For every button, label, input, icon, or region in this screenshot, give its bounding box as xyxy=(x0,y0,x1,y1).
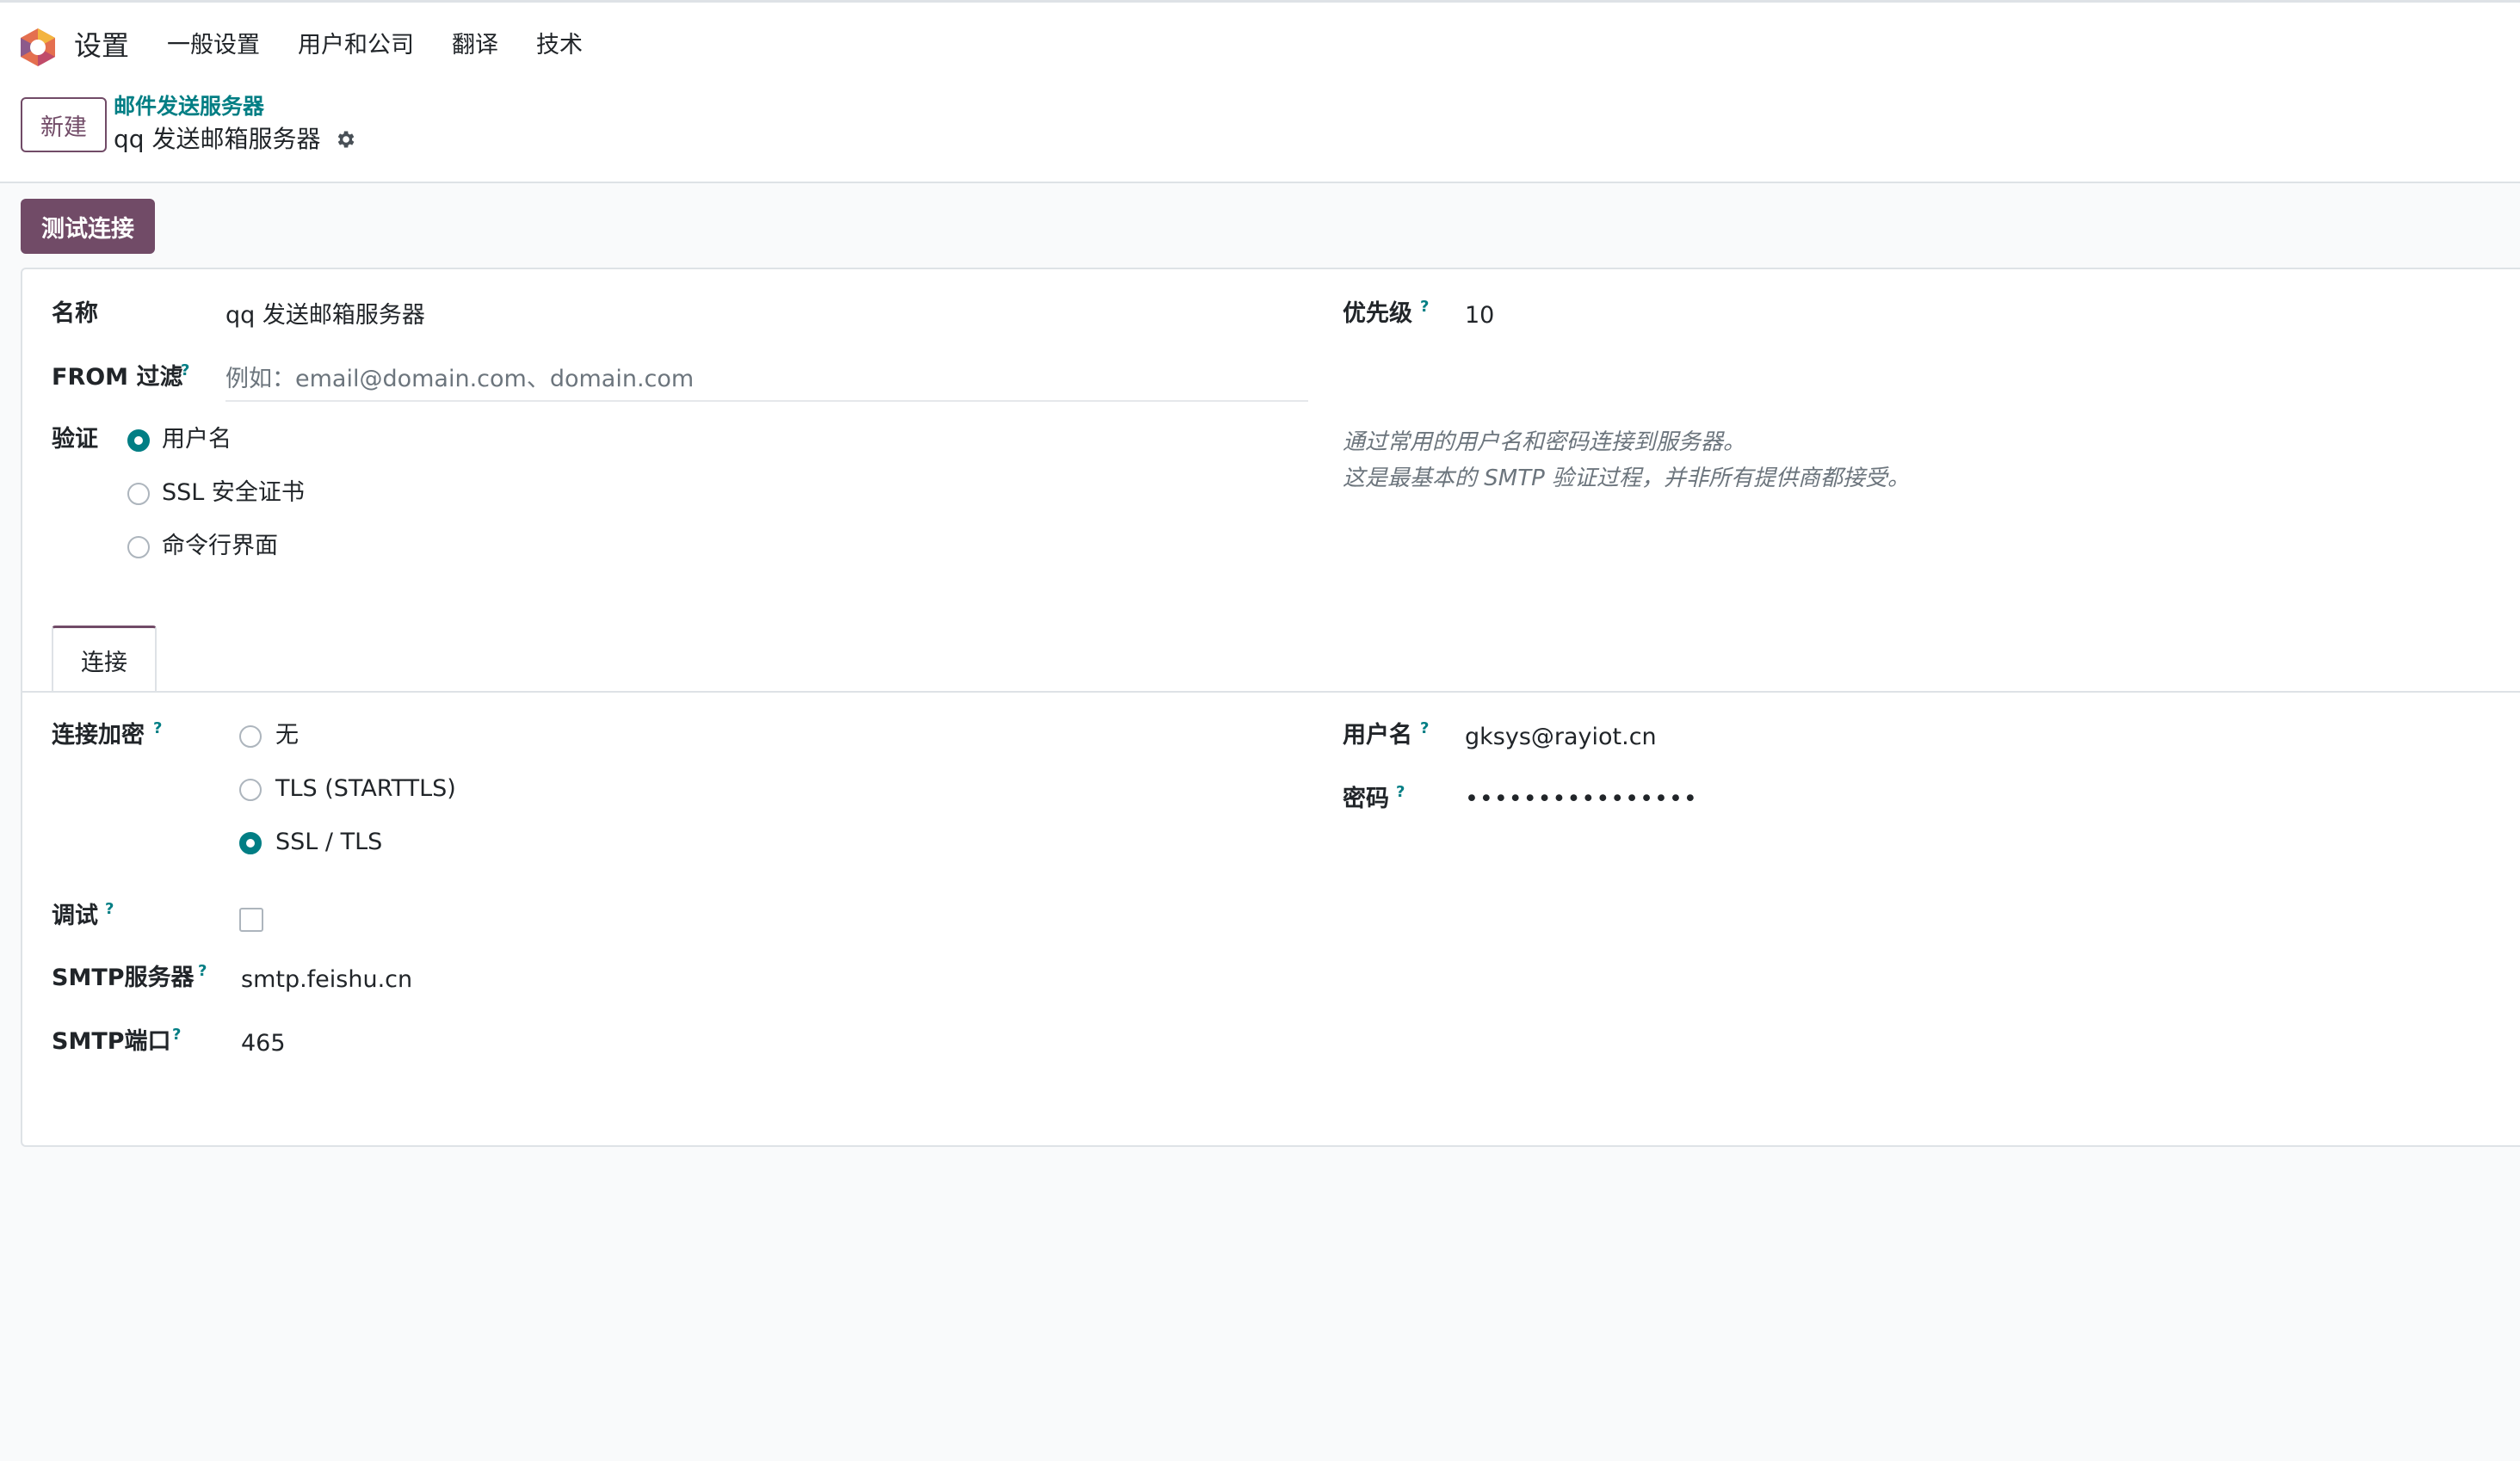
control-panel: 新建 邮件发送服务器 qq 发送邮箱服务器 xyxy=(0,83,2520,183)
auth-radio-cli[interactable] xyxy=(127,536,150,558)
password-label: 密码 xyxy=(1343,786,1389,812)
gear-icon[interactable] xyxy=(334,128,356,151)
tab-connection[interactable]: 连接 xyxy=(52,626,157,693)
name-field[interactable]: qq 发送邮箱服务器 xyxy=(225,300,425,331)
encryption-option-ssl-tls-label[interactable]: SSL / TLS xyxy=(275,827,382,858)
menu-general-settings[interactable]: 一般设置 xyxy=(167,28,260,63)
auth-label: 验证 xyxy=(52,426,98,453)
auth-option-cli-label[interactable]: 命令行界面 xyxy=(162,531,278,562)
top-navbar: 设置 一般设置 用户和公司 翻译 技术 xyxy=(0,0,2520,83)
auth-option-ssl-cert-label[interactable]: SSL 安全证书 xyxy=(162,478,305,509)
smtp-port-help-icon[interactable]: ? xyxy=(172,1026,181,1044)
encryption-label: 连接加密 xyxy=(52,722,145,749)
from-filter-input[interactable]: 例如：email@domain.com、domain.com xyxy=(225,364,694,395)
password-help-icon[interactable]: ? xyxy=(1396,784,1405,801)
app-title[interactable]: 设置 xyxy=(74,28,129,63)
auth-hint-line2: 这是最基本的 SMTP 验证过程，并非所有提供商都接受。 xyxy=(1343,465,1911,491)
debug-checkbox[interactable] xyxy=(239,908,263,932)
name-label: 名称 xyxy=(52,300,98,327)
record-title: qq 发送邮箱服务器 xyxy=(114,125,321,153)
menu-translations[interactable]: 翻译 xyxy=(452,28,498,63)
action-bar: 测试连接 xyxy=(0,183,2520,268)
breadcrumb-current: qq 发送邮箱服务器 xyxy=(114,123,356,156)
encryption-help-icon[interactable]: ? xyxy=(153,720,162,737)
from-filter-underline xyxy=(225,400,1308,402)
app-logo-icon[interactable] xyxy=(17,27,59,68)
form-sheet: 名称 qq 发送邮箱服务器 优先级 ? 10 FROM 过滤 ? 例如：emai… xyxy=(21,268,2520,1147)
username-help-icon[interactable]: ? xyxy=(1420,720,1429,737)
tab-divider xyxy=(22,691,2520,693)
encryption-radio-ssl-tls[interactable] xyxy=(239,832,262,854)
password-field[interactable]: •••••••••••••••• xyxy=(1465,784,1698,815)
username-field[interactable]: gksys@rayiot.cn xyxy=(1465,722,1657,753)
smtp-port-label: SMTP端口 xyxy=(52,1028,171,1055)
auth-radio-ssl-cert[interactable] xyxy=(127,483,150,505)
encryption-radio-starttls[interactable] xyxy=(239,779,262,801)
from-filter-label: FROM 过滤 xyxy=(52,364,183,391)
test-connection-button[interactable]: 测试连接 xyxy=(21,199,155,254)
priority-field[interactable]: 10 xyxy=(1465,300,1494,331)
debug-label: 调试 xyxy=(52,903,98,929)
smtp-port-field[interactable]: 465 xyxy=(241,1028,286,1059)
main-menu: 一般设置 用户和公司 翻译 技术 xyxy=(167,28,621,63)
new-button[interactable]: 新建 xyxy=(21,97,107,152)
menu-users-companies[interactable]: 用户和公司 xyxy=(298,28,414,63)
auth-hint-line1: 通过常用的用户名和密码连接到服务器。 xyxy=(1343,429,1746,455)
smtp-server-help-icon[interactable]: ? xyxy=(198,963,207,980)
priority-label: 优先级 xyxy=(1343,300,1412,327)
encryption-radio-none[interactable] xyxy=(239,725,262,748)
auth-radio-username[interactable] xyxy=(127,429,150,452)
encryption-option-starttls-label[interactable]: TLS (STARTTLS) xyxy=(275,774,456,804)
menu-technical[interactable]: 技术 xyxy=(536,28,583,63)
priority-help-icon[interactable]: ? xyxy=(1420,299,1429,316)
priority-value: 10 xyxy=(1465,302,1495,329)
debug-help-icon[interactable]: ? xyxy=(105,901,114,918)
smtp-server-label: SMTP服务器 xyxy=(52,965,195,991)
smtp-server-field[interactable]: smtp.feishu.cn xyxy=(241,965,412,996)
username-label: 用户名 xyxy=(1343,722,1412,749)
auth-option-username-label[interactable]: 用户名 xyxy=(162,424,232,455)
from-filter-help-icon[interactable]: ? xyxy=(181,362,189,379)
breadcrumb-parent-link[interactable]: 邮件发送服务器 xyxy=(114,92,264,121)
encryption-option-none-label[interactable]: 无 xyxy=(275,720,299,751)
